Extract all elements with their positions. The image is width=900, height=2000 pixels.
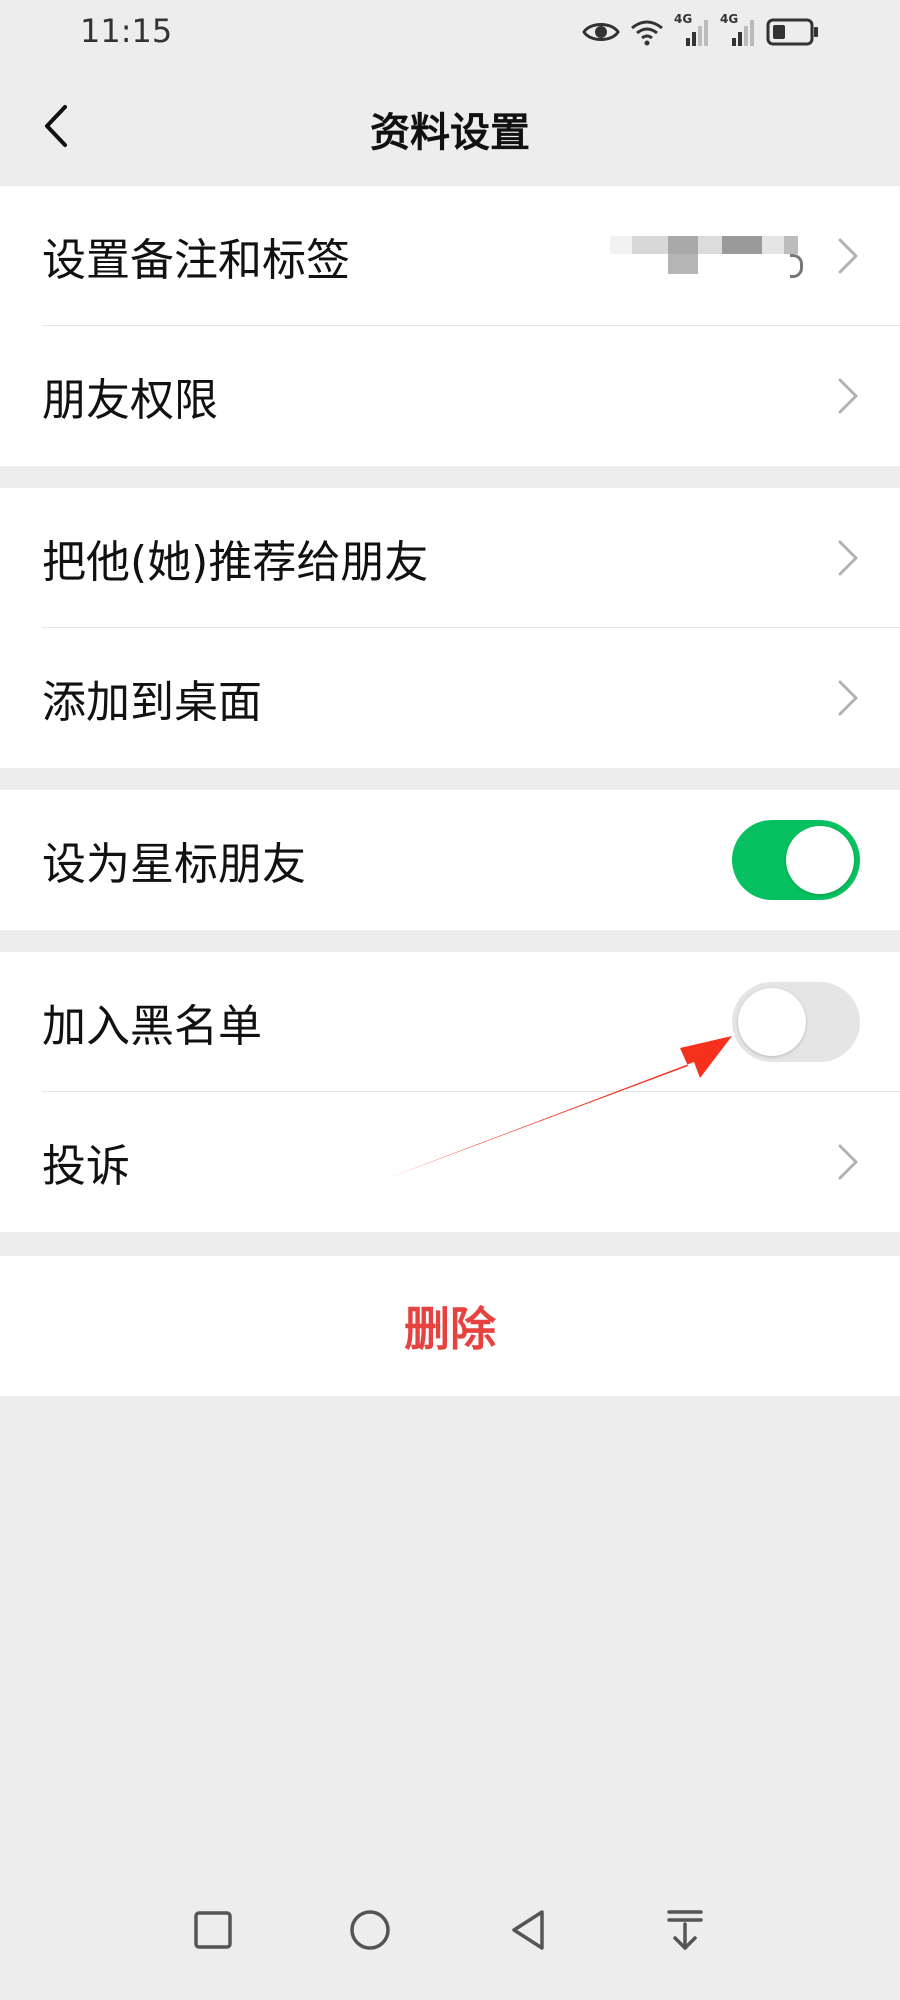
wifi-icon: [631, 20, 663, 46]
circle-icon: [350, 1910, 390, 1950]
chevron-right-icon: [838, 238, 858, 274]
nav-bar: 资料设置: [0, 64, 900, 186]
settings-group-block: 加入黑名单 投诉: [0, 952, 900, 1232]
row-label: 添加到桌面: [42, 677, 262, 728]
chevron-right-icon: [838, 378, 858, 414]
battery-icon: [766, 18, 818, 46]
row-friend-permissions[interactable]: 朋友权限: [0, 326, 900, 466]
row-set-remark-tags[interactable]: 设置备注和标签: [0, 186, 900, 326]
row-star-friend: 设为星标朋友: [0, 790, 900, 930]
row-label: 把他(她)推荐给朋友: [42, 537, 429, 588]
page-title: 资料设置: [370, 110, 530, 156]
chevron-right-icon: [838, 1144, 858, 1180]
settings-group-star: 设为星标朋友: [0, 790, 900, 930]
recent-apps-button[interactable]: [173, 1890, 253, 1970]
toggle-knob: [786, 826, 854, 894]
row-label: 加入黑名单: [42, 1001, 262, 1052]
star-friend-toggle[interactable]: [732, 820, 860, 900]
status-icons: 4G 4G: [582, 12, 820, 52]
row-label: 朋友权限: [42, 375, 218, 426]
row-label: 投诉: [42, 1141, 130, 1192]
triangle-back-icon: [512, 1910, 544, 1950]
signal-4g-icon: 4G: [674, 12, 710, 48]
settings-group-delete: 删除: [0, 1256, 900, 1396]
blacklist-toggle[interactable]: [732, 982, 860, 1062]
delete-label: 删除: [404, 1302, 496, 1356]
status-time: 11:15: [80, 12, 173, 50]
row-add-to-desktop[interactable]: 添加到桌面: [0, 628, 900, 768]
back-nav-button[interactable]: [488, 1890, 568, 1970]
chevron-right-icon: [838, 680, 858, 716]
row-label: 设为星标朋友: [42, 839, 306, 890]
pull-down-icon: [667, 1910, 703, 1950]
home-button[interactable]: [330, 1890, 410, 1970]
settings-group-remark: 设置备注和标签 朋友权限: [0, 186, 900, 466]
settings-group-share: 把他(她)推荐给朋友 添加到桌面: [0, 488, 900, 768]
notification-pulldown-button[interactable]: [645, 1890, 725, 1970]
row-add-to-blacklist: 加入黑名单: [0, 952, 900, 1092]
row-complain[interactable]: 投诉: [0, 1092, 900, 1232]
square-icon: [194, 1911, 232, 1949]
remark-value-blurred: [610, 232, 810, 278]
system-nav-bar: [0, 1890, 900, 2000]
toggle-knob: [738, 988, 806, 1056]
delete-button[interactable]: 删除: [0, 1256, 900, 1396]
chevron-right-icon: [838, 540, 858, 576]
eye-icon: [582, 23, 620, 41]
status-bar: 11:15 4G 4G: [0, 0, 900, 64]
row-recommend-to-friends[interactable]: 把他(她)推荐给朋友: [0, 488, 900, 628]
signal-4g-icon: 4G: [720, 12, 756, 48]
row-label: 设置备注和标签: [42, 235, 350, 286]
